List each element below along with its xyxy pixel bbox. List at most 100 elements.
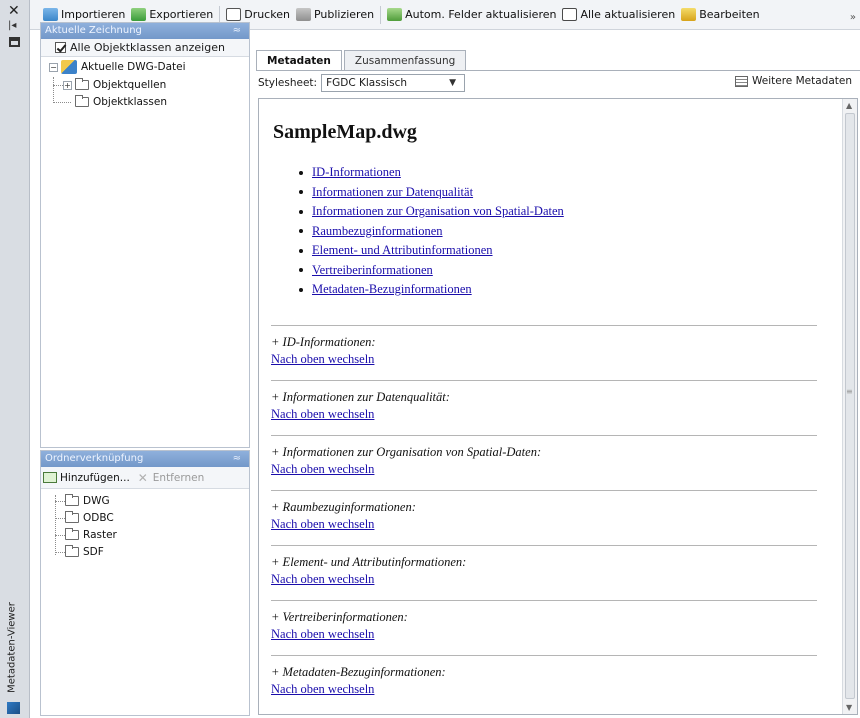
folder-item-raster[interactable]: Raster: [65, 527, 117, 543]
tree-line: [53, 102, 71, 103]
tree-line: [55, 501, 65, 502]
tab-summary[interactable]: Zusammenfassung: [343, 50, 467, 70]
toc-item: Element- und Attributinformationen: [299, 241, 564, 261]
close-icon[interactable]: ✕: [8, 4, 20, 18]
export-icon: [131, 8, 147, 21]
section-spatial-organization: + Informationen zur Organisation von Spa…: [271, 435, 817, 477]
toolbar-separator: [380, 5, 382, 24]
more-metadata-button[interactable]: Weitere Metadaten: [734, 75, 852, 87]
section-data-quality: + Informationen zur Datenqualität: Nach …: [271, 380, 817, 422]
autofield-button[interactable]: Autom. Felder aktualisieren: [384, 4, 559, 26]
current-drawing-header[interactable]: Aktuelle Zeichnung ≈: [41, 23, 249, 39]
toc-link-id-info[interactable]: ID-Informationen: [312, 165, 401, 180]
toc-item: ID-Informationen: [299, 163, 564, 183]
toc-item: Informationen zur Datenqualität: [299, 183, 564, 203]
show-all-classes-checkbox[interactable]: Alle Objektklassen anzeigen: [41, 39, 249, 57]
refresh-all-button[interactable]: Alle aktualisieren: [559, 4, 678, 26]
stylesheet-label: Stylesheet:: [258, 76, 318, 89]
properties-icon[interactable]: [9, 37, 20, 47]
section-heading[interactable]: + Metadaten-Bezuginformationen:: [271, 665, 817, 680]
toc-item: Vertreiberinformationen: [299, 261, 564, 281]
vertical-scrollbar[interactable]: ▲ ≡ ▼: [842, 99, 857, 714]
section-heading[interactable]: + Informationen zur Datenqualität:: [271, 390, 817, 405]
tree-node-feature-classes[interactable]: Objektklassen: [75, 94, 167, 110]
collapse-icon[interactable]: ≈: [233, 451, 241, 467]
toc-link-entity-attribute[interactable]: Element- und Attributinformationen: [312, 243, 493, 258]
tree-line: [55, 495, 56, 555]
metadata-document: SampleMap.dwg ID-Informationen Informati…: [258, 98, 858, 715]
collapse-node-icon[interactable]: −: [49, 62, 58, 72]
edit-icon: [681, 8, 697, 21]
tab-bar: Metadaten Zusammenfassung: [256, 50, 468, 71]
back-to-top-link[interactable]: Nach oben wechseln: [271, 682, 817, 697]
tab-metadata[interactable]: Metadaten: [256, 50, 342, 71]
toc-link-metadata-reference[interactable]: Metadaten-Bezuginformationen: [312, 282, 472, 297]
back-to-top-link[interactable]: Nach oben wechseln: [271, 352, 817, 367]
toc-link-data-quality[interactable]: Informationen zur Datenqualität: [312, 185, 473, 200]
add-folder-icon: [43, 472, 57, 483]
section-heading[interactable]: + Element- und Attributinformationen:: [271, 555, 817, 570]
folder-item-odbc[interactable]: ODBC: [65, 510, 114, 526]
current-drawing-panel: Aktuelle Zeichnung ≈ Alle Objektklassen …: [40, 22, 250, 448]
folder-icon: [75, 95, 89, 107]
section-metadata-reference: + Metadaten-Bezuginformationen: Nach obe…: [271, 655, 817, 697]
palette-title-strip: ✕ |◂ Metadaten-Viewer: [0, 0, 30, 718]
folder-icon: [65, 545, 79, 557]
publish-icon: [295, 8, 311, 21]
back-to-top-link[interactable]: Nach oben wechseln: [271, 407, 817, 422]
checkbox-checked[interactable]: [55, 42, 66, 53]
autofield-icon: [387, 8, 403, 21]
print-icon: [226, 8, 242, 21]
toc-link-distribution[interactable]: Vertreiberinformationen: [312, 263, 433, 278]
folder-link-header[interactable]: Ordnerverknüpfung ≈: [41, 451, 249, 467]
palette-app-icon[interactable]: [7, 702, 20, 714]
folder-link-panel: Ordnerverknüpfung ≈ Hinzufügen... ✕ Entf…: [40, 450, 250, 716]
folder-item-dwg[interactable]: DWG: [65, 493, 110, 509]
table-of-contents: ID-Informationen Informationen zur Daten…: [299, 163, 564, 300]
remove-icon: ✕: [137, 470, 148, 485]
back-to-top-link[interactable]: Nach oben wechseln: [271, 572, 817, 587]
scroll-up-icon[interactable]: ▲: [846, 101, 852, 110]
import-icon: [43, 8, 58, 21]
back-to-top-link[interactable]: Nach oben wechseln: [271, 462, 817, 477]
publish-button[interactable]: Publizieren: [293, 4, 377, 26]
section-distribution: + Vertreiberinformationen: Nach oben wec…: [271, 600, 817, 642]
section-heading[interactable]: + Raumbezuginformationen:: [271, 500, 817, 515]
refresh-icon: [562, 8, 578, 21]
section-heading[interactable]: + Vertreiberinformationen:: [271, 610, 817, 625]
back-to-top-link[interactable]: Nach oben wechseln: [271, 627, 817, 642]
palette-title: Metadaten-Viewer: [6, 602, 18, 693]
toolbar-overflow-icon[interactable]: »: [850, 12, 856, 23]
back-to-top-link[interactable]: Nach oben wechseln: [271, 517, 817, 532]
section-heading[interactable]: + Informationen zur Organisation von Spa…: [271, 445, 817, 460]
folder-item-sdf[interactable]: SDF: [65, 544, 104, 560]
scroll-grip-icon: ≡: [846, 387, 853, 396]
folder-icon: [65, 511, 79, 523]
folder-icon: [65, 494, 79, 506]
tree-line: [55, 552, 65, 553]
toc-link-spatial-reference[interactable]: Raumbezuginformationen: [312, 224, 443, 239]
collapse-icon[interactable]: ≈: [233, 23, 241, 39]
stylesheet-bar: Stylesheet: FGDC Klassisch ▼ Weitere Met…: [256, 70, 860, 94]
toc-item: Metadaten-Bezuginformationen: [299, 280, 564, 300]
tree-node-dwg[interactable]: − Aktuelle DWG-Datei: [49, 59, 186, 75]
edit-button[interactable]: Bearbeiten: [678, 4, 762, 26]
folder-link-actions: Hinzufügen... ✕ Entfernen: [41, 467, 249, 489]
scroll-thumb[interactable]: [845, 113, 855, 699]
tree-node-feature-sources[interactable]: + Objektquellen: [63, 77, 166, 93]
tree-line: [53, 85, 63, 86]
stylesheet-select[interactable]: FGDC Klassisch ▼: [321, 73, 466, 92]
scroll-down-icon[interactable]: ▼: [846, 703, 852, 712]
autohide-icon[interactable]: |◂: [8, 20, 16, 31]
metadata-viewer: Metadaten Zusammenfassung Stylesheet: FG…: [256, 30, 860, 718]
remove-folder-button[interactable]: ✕ Entfernen: [138, 472, 204, 484]
toc-link-spatial-organization[interactable]: Informationen zur Organisation von Spati…: [312, 204, 564, 219]
expand-node-icon[interactable]: +: [63, 80, 72, 90]
folder-icon: [65, 528, 79, 540]
chevron-down-icon: ▼: [449, 77, 457, 88]
section-heading[interactable]: + ID-Informationen:: [271, 335, 817, 350]
add-folder-button[interactable]: Hinzufügen...: [43, 472, 130, 484]
section-entity-attribute: + Element- und Attributinformationen: Na…: [271, 545, 817, 587]
tree-line: [55, 535, 65, 536]
document-title: SampleMap.dwg: [273, 121, 417, 143]
